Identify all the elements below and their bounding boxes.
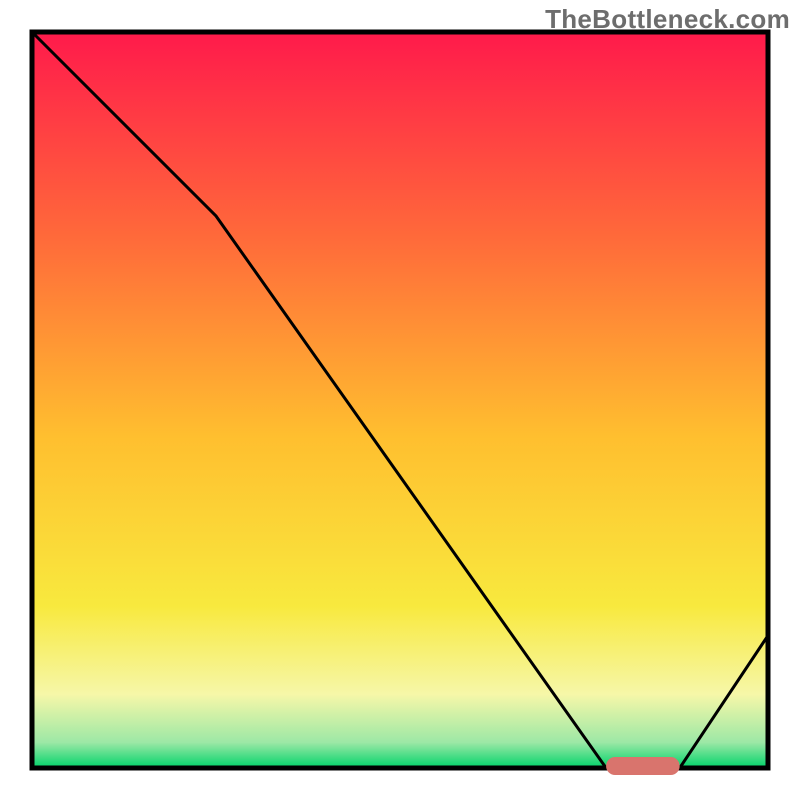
chart-frame: TheBottleneck.com bbox=[0, 0, 800, 800]
optimal-range-marker bbox=[606, 757, 680, 775]
bottleneck-chart bbox=[0, 0, 800, 800]
watermark-text: TheBottleneck.com bbox=[545, 4, 790, 35]
